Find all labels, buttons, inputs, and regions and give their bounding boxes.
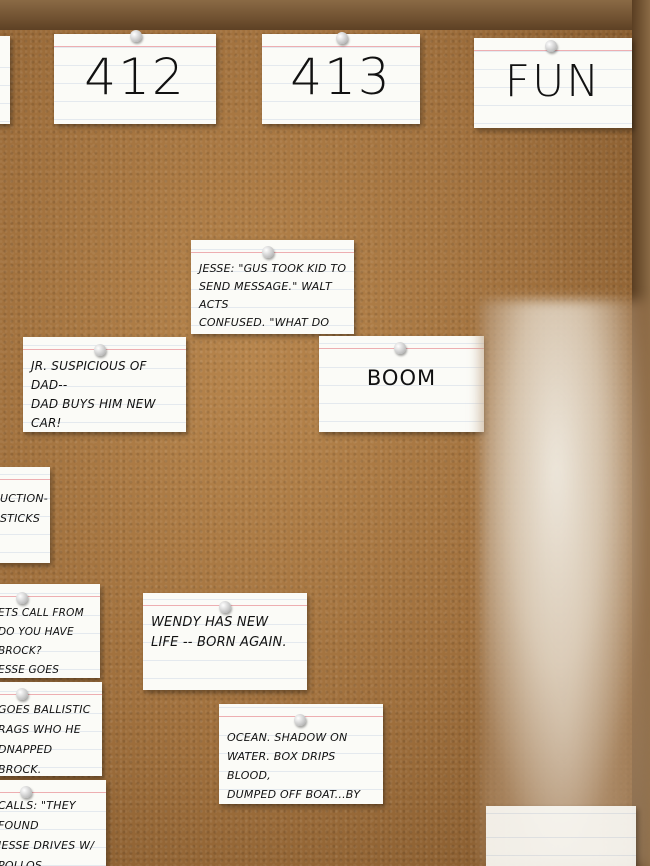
pushpin-icon bbox=[219, 601, 231, 613]
pushpin-icon bbox=[130, 30, 142, 42]
card-red-line bbox=[262, 46, 420, 47]
card-red-line bbox=[0, 479, 50, 480]
note-card-uction: UCTION- STICKS bbox=[0, 467, 50, 563]
note-text: OCEAN. SHADOW ON WATER. BOX DRIPS BLOOD,… bbox=[227, 731, 361, 801]
partial-card-top-left bbox=[0, 36, 10, 124]
card-red-line bbox=[0, 792, 106, 793]
note-card-ets-call: ETS CALL FROM DO YOU HAVE BROCK? ESSE GO… bbox=[0, 584, 100, 678]
pushpin-icon bbox=[16, 688, 28, 700]
note-text: JESSE: "GUS TOOK KID TO SEND MESSAGE." W… bbox=[199, 262, 347, 329]
note-text: WENDY HAS NEW LIFE -- BORN AGAIN. bbox=[151, 615, 287, 650]
pushpin-icon bbox=[16, 592, 28, 604]
header-card-label: FUN bbox=[504, 56, 602, 107]
note-text: CALLS: "THEY FOUND JESSE DRIVES w/ POLLO… bbox=[0, 799, 95, 866]
pushpin-icon bbox=[20, 786, 32, 798]
note-text: JR. SUSPICIOUS OF DAD-- DAD BUYS HIM NEW… bbox=[31, 359, 156, 430]
header-card-413: 413 bbox=[262, 34, 420, 124]
header-card-label: 413 bbox=[290, 48, 392, 106]
pushpin-icon bbox=[545, 40, 557, 52]
pushpin-icon bbox=[294, 714, 306, 726]
pushpin-icon bbox=[262, 246, 274, 258]
card-red-line bbox=[54, 46, 216, 47]
note-text: UCTION- STICKS bbox=[0, 492, 48, 525]
card-red-line bbox=[0, 596, 100, 597]
blurred-region bbox=[480, 300, 650, 866]
header-card-label: 412 bbox=[84, 48, 186, 106]
note-text: ETS CALL FROM DO YOU HAVE BROCK? ESSE GO… bbox=[0, 607, 84, 676]
partial-card-bottom-right bbox=[486, 806, 636, 866]
note-text: GOES BALLISTIC RAGS WHO HE DNAPPED BROCK… bbox=[0, 703, 91, 776]
note-text: BOOM bbox=[366, 366, 437, 390]
note-card-goes-ballistic: GOES BALLISTIC RAGS WHO HE DNAPPED BROCK… bbox=[0, 682, 102, 776]
pushpin-icon bbox=[336, 32, 348, 44]
board-frame-top bbox=[0, 0, 650, 32]
header-card-412: 412 bbox=[54, 34, 216, 124]
note-card-calls: CALLS: "THEY FOUND JESSE DRIVES w/ POLLO… bbox=[0, 780, 106, 866]
pushpin-icon bbox=[394, 342, 406, 354]
pushpin-icon bbox=[94, 344, 106, 356]
